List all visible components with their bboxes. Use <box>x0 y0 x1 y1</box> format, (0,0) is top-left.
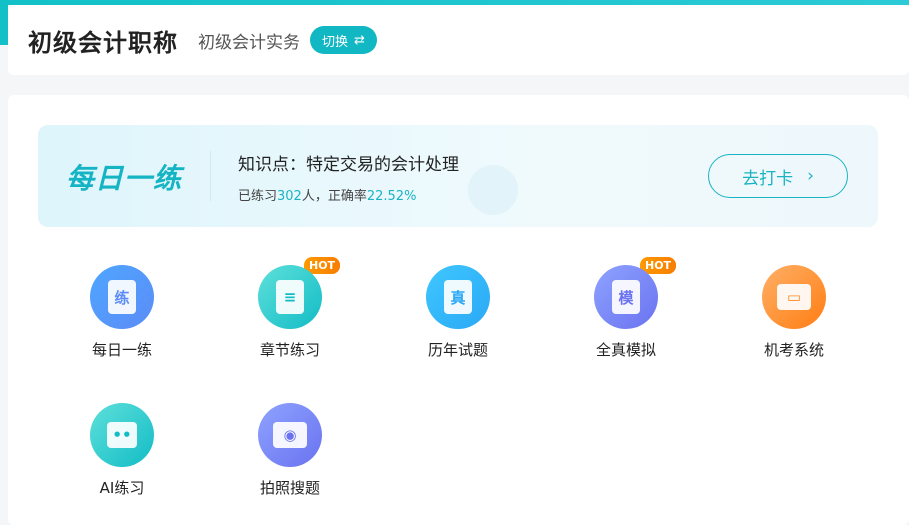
left-accent-bar <box>0 0 8 45</box>
feature-label: 拍照搜题 <box>259 479 320 497</box>
mock-exam-icon: 模 <box>594 265 658 329</box>
icon-glyph: ≡ <box>276 280 304 314</box>
chapter-practice-icon: ≡ <box>258 265 322 329</box>
feature-photo-search[interactable]: ◉ 拍照搜题 <box>206 403 374 498</box>
feature-computer-exam[interactable]: ▭ 机考系统 <box>710 265 878 360</box>
feature-label: 章节练习 <box>259 341 320 359</box>
feature-label: 每日一练 <box>91 341 152 359</box>
icon-glyph: •• <box>107 422 137 448</box>
monitor-icon: ▭ <box>762 265 826 329</box>
feature-label: 机考系统 <box>763 341 824 359</box>
swap-icon: ⇄ <box>354 32 365 48</box>
header: 初级会计职称 初级会计实务 切换 ⇄ <box>8 5 909 75</box>
icon-glyph: 练 <box>108 280 136 314</box>
knowledge-point: 知识点：特定交易的会计处理 <box>238 155 459 175</box>
divider <box>210 151 211 201</box>
switch-label: 切换 <box>322 34 349 50</box>
check-in-button[interactable]: 去打卡 › <box>708 154 848 198</box>
practice-stats: 已练习302人，正确率22.52% <box>238 185 416 204</box>
robot-icon: •• <box>90 403 154 467</box>
feature-past-exams[interactable]: 真 历年试题 <box>374 265 542 360</box>
check-in-label: 去打卡 <box>742 168 794 189</box>
page-title: 初级会计职称 <box>28 28 178 57</box>
subject-name: 初级会计实务 <box>198 32 300 53</box>
feature-label: 历年试题 <box>427 341 488 359</box>
camera-icon: ◉ <box>258 403 322 467</box>
accuracy-rate: 22.52% <box>366 189 417 204</box>
daily-practice-logo: 每日一练 <box>66 162 183 195</box>
past-exams-icon: 真 <box>426 265 490 329</box>
icon-glyph: ◉ <box>273 422 307 448</box>
chevron-right-icon: › <box>807 166 814 186</box>
switch-subject-button[interactable]: 切换 ⇄ <box>310 26 377 54</box>
feature-chapter-practice[interactable]: HOT ≡ 章节练习 <box>206 257 374 360</box>
daily-practice-banner: 每日一练 知识点：特定交易的会计处理 已练习302人，正确率22.52% 去打卡… <box>38 125 878 227</box>
feature-mock-exam[interactable]: HOT 模 全真模拟 <box>542 257 710 360</box>
feature-ai-practice[interactable]: •• AI练习 <box>38 403 206 498</box>
feature-daily-practice[interactable]: 练 每日一练 <box>38 265 206 360</box>
icon-glyph: 模 <box>612 280 640 314</box>
banner-decoration <box>468 165 518 215</box>
icon-glyph: ▭ <box>777 284 811 310</box>
main-card: 每日一练 知识点：特定交易的会计处理 已练习302人，正确率22.52% 去打卡… <box>8 95 909 525</box>
feature-label: 全真模拟 <box>595 341 656 359</box>
daily-practice-icon: 练 <box>90 265 154 329</box>
feature-label: AI练习 <box>99 479 145 497</box>
icon-glyph: 真 <box>444 280 472 314</box>
stats-mid: 人，正确率 <box>301 189 367 204</box>
practice-count: 302 <box>277 189 302 204</box>
stats-prefix: 已练习 <box>238 189 278 204</box>
